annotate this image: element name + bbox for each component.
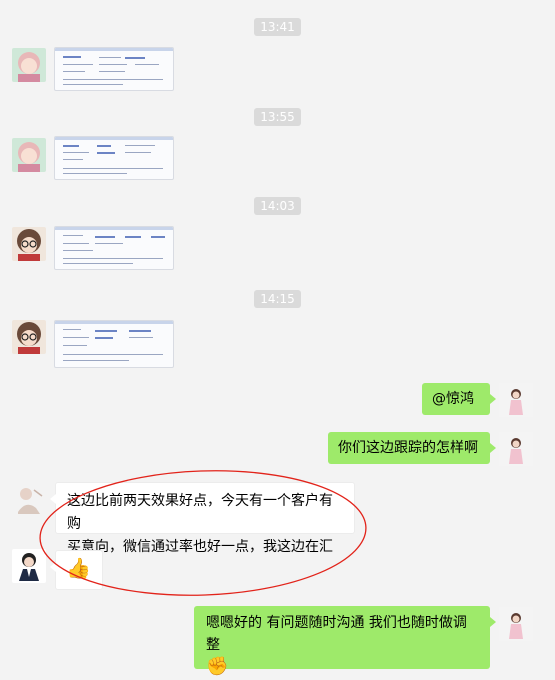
timestamp: 14:03 [0, 195, 555, 215]
message-image[interactable] [54, 226, 174, 270]
timestamp: 13:55 [0, 106, 555, 126]
contact-avatar[interactable] [12, 482, 46, 516]
message-text: 嗯嗯好的 有问题随时沟通 我们也随时做调整 [206, 615, 467, 653]
contact-avatar[interactable] [12, 320, 46, 354]
my-avatar[interactable] [499, 383, 533, 417]
received-emoji-bubble[interactable]: 👍 [50, 550, 103, 590]
message-text: @惊鸿 [432, 391, 474, 407]
received-message-bubble[interactable]: 这边比前两天效果好点，今天有一个客户有购 买意向，微信通过率也好一点，我这边在汇… [50, 482, 355, 578]
contact-avatar[interactable] [12, 48, 46, 82]
message-text: 你们这边跟踪的怎样啊 [338, 440, 478, 456]
sent-message-bubble[interactable]: 你们这边跟踪的怎样啊 [328, 432, 496, 464]
timestamp: 13:41 [0, 16, 555, 36]
message-image[interactable] [54, 320, 174, 368]
contact-avatar[interactable] [12, 227, 46, 261]
message-image[interactable] [54, 47, 174, 91]
sent-message-bubble[interactable]: 嗯嗯好的 有问题随时沟通 我们也随时做调整 ✊ [194, 606, 496, 677]
message-image[interactable] [54, 136, 174, 180]
message-text-line: 买意向，微信通过率也好一点，我这边在汇总 [67, 539, 333, 578]
timestamp: 14:15 [0, 288, 555, 308]
contact-avatar[interactable] [12, 138, 46, 172]
my-avatar[interactable] [499, 432, 533, 466]
fist-icon: ✊ [206, 656, 229, 677]
my-avatar[interactable] [499, 607, 533, 641]
contact-avatar[interactable] [12, 549, 46, 583]
thumbs-up-icon: 👍 [66, 556, 91, 580]
message-text-line: 这边比前两天效果好点，今天有一个客户有购 [67, 493, 333, 532]
sent-message-bubble[interactable]: @惊鸿 [422, 383, 496, 415]
